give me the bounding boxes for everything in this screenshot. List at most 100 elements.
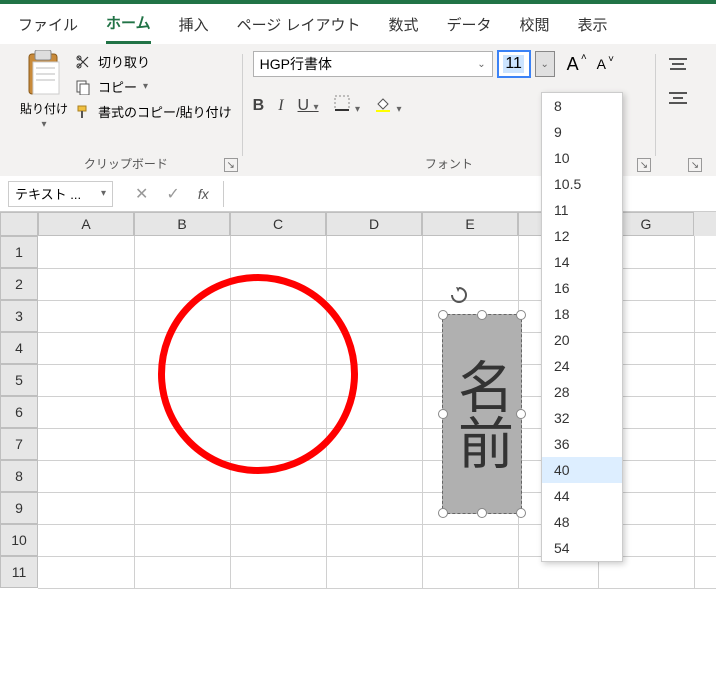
name-box[interactable]: テキスト ... ▾: [8, 181, 113, 207]
select-all-button[interactable]: [0, 212, 38, 236]
row-header[interactable]: 10: [0, 524, 38, 556]
format-painter-label: 書式のコピー/貼り付け: [98, 102, 232, 121]
font-size-option[interactable]: 48: [542, 509, 622, 535]
chevron-down-icon: ⌄: [477, 59, 485, 70]
cancel-formula-button[interactable]: ✕: [135, 184, 148, 204]
text-box-content: 名前: [442, 358, 523, 470]
formula-bar[interactable]: [223, 181, 716, 207]
row-header[interactable]: 7: [0, 428, 38, 460]
font-name-select[interactable]: HGP行書体 ⌄: [253, 51, 493, 77]
resize-handle[interactable]: [516, 508, 526, 518]
font-name-value: HGP行書体: [260, 54, 332, 74]
alignment-group: ↘: [656, 50, 706, 176]
copy-icon: [74, 78, 92, 96]
tab-review[interactable]: 校閲: [520, 6, 550, 43]
scissors-icon: [74, 53, 92, 71]
copy-label: コピー: [98, 77, 137, 96]
font-size-option[interactable]: 36: [542, 431, 622, 457]
clipboard-dialog-launcher[interactable]: ↘: [224, 158, 238, 172]
font-dialog-launcher[interactable]: ↘: [637, 158, 651, 172]
ribbon-tabs: ファイル ホーム 挿入 ページ レイアウト 数式 データ 校閲 表示: [0, 4, 716, 44]
font-size-option[interactable]: 20: [542, 327, 622, 353]
resize-handle[interactable]: [438, 310, 448, 320]
clipboard-icon: [23, 50, 65, 98]
paintbrush-icon: [74, 103, 92, 121]
clipboard-group: 貼り付け ▾ 切り取り コピー ▾: [10, 50, 242, 176]
row-header[interactable]: 5: [0, 364, 38, 396]
col-header[interactable]: C: [230, 212, 326, 236]
font-size-option[interactable]: 24: [542, 353, 622, 379]
alignment-dialog-launcher[interactable]: ↘: [688, 158, 702, 172]
font-size-option[interactable]: 12: [542, 223, 622, 249]
tab-home[interactable]: ホーム: [106, 4, 151, 44]
name-box-value: テキスト ...: [15, 184, 81, 203]
paste-label: 貼り付け: [20, 100, 68, 117]
decrease-font-button[interactable]: A˅: [597, 56, 606, 72]
fill-color-button[interactable]: ▾: [374, 94, 401, 117]
row-header[interactable]: 1: [0, 236, 38, 268]
font-size-option[interactable]: 44: [542, 483, 622, 509]
font-size-option[interactable]: 14: [542, 249, 622, 275]
font-size-option[interactable]: 18: [542, 301, 622, 327]
enter-formula-button[interactable]: ✓: [166, 184, 179, 204]
cut-label: 切り取り: [98, 52, 150, 71]
row-header[interactable]: 11: [0, 556, 38, 588]
col-header[interactable]: E: [422, 212, 518, 236]
align-left-button[interactable]: [666, 88, 690, 108]
font-size-option[interactable]: 16: [542, 275, 622, 301]
resize-handle[interactable]: [438, 508, 448, 518]
tab-file[interactable]: ファイル: [18, 6, 78, 43]
font-size-dropdown-button[interactable]: ⌄: [535, 51, 555, 77]
row-header[interactable]: 2: [0, 268, 38, 300]
font-size-option[interactable]: 40: [542, 457, 622, 483]
resize-handle[interactable]: [516, 310, 526, 320]
font-size-option[interactable]: 28: [542, 379, 622, 405]
copy-button[interactable]: コピー ▾: [74, 77, 232, 96]
row-header[interactable]: 3: [0, 300, 38, 332]
font-size-option[interactable]: 9: [542, 119, 622, 145]
font-size-option[interactable]: 11: [542, 197, 622, 223]
font-size-option[interactable]: 10.5: [542, 171, 622, 197]
font-size-dropdown: 891010.51112141618202428323640444854: [541, 92, 623, 562]
col-header[interactable]: B: [134, 212, 230, 236]
font-size-input[interactable]: 11: [497, 50, 531, 78]
font-size-option[interactable]: 8: [542, 93, 622, 119]
tab-page-layout[interactable]: ページ レイアウト: [237, 6, 361, 43]
row-header[interactable]: 6: [0, 396, 38, 428]
increase-font-button[interactable]: A˄: [567, 54, 579, 75]
chevron-down-icon: ⌄: [540, 59, 548, 70]
italic-button[interactable]: I: [278, 97, 283, 115]
tab-view[interactable]: 表示: [578, 6, 608, 43]
chevron-down-icon: ▾: [41, 119, 46, 130]
resize-handle[interactable]: [438, 409, 448, 419]
format-painter-button[interactable]: 書式のコピー/貼り付け: [74, 102, 232, 121]
col-header[interactable]: A: [38, 212, 134, 236]
font-size-option[interactable]: 32: [542, 405, 622, 431]
resize-handle[interactable]: [516, 409, 526, 419]
font-size-value: 11: [503, 55, 524, 73]
paste-button[interactable]: 貼り付け ▾: [20, 50, 68, 130]
font-size-option[interactable]: 10: [542, 145, 622, 171]
resize-handle[interactable]: [477, 508, 487, 518]
cut-button[interactable]: 切り取り: [74, 52, 232, 71]
tab-insert[interactable]: 挿入: [179, 6, 209, 43]
border-button[interactable]: ▾: [333, 94, 360, 117]
text-box-shape[interactable]: 名前: [442, 314, 522, 514]
chevron-down-icon: ▾: [101, 188, 106, 199]
fx-icon[interactable]: fx: [198, 186, 209, 202]
row-header[interactable]: 9: [0, 492, 38, 524]
tab-data[interactable]: データ: [446, 6, 491, 43]
underline-button[interactable]: U ▾: [298, 97, 319, 115]
resize-handle[interactable]: [477, 310, 487, 320]
clipboard-group-label: クリップボード: [20, 155, 232, 176]
row-headers: 1 2 3 4 5 6 7 8 9 10 11: [0, 236, 38, 588]
chevron-down-icon: ▾: [143, 81, 148, 92]
font-size-option[interactable]: 54: [542, 535, 622, 561]
tab-formulas[interactable]: 数式: [388, 6, 418, 43]
align-top-button[interactable]: [666, 54, 690, 74]
row-header[interactable]: 4: [0, 332, 38, 364]
col-header[interactable]: D: [326, 212, 422, 236]
bold-button[interactable]: B: [253, 97, 265, 115]
rotate-handle-icon[interactable]: [472, 285, 492, 305]
row-header[interactable]: 8: [0, 460, 38, 492]
